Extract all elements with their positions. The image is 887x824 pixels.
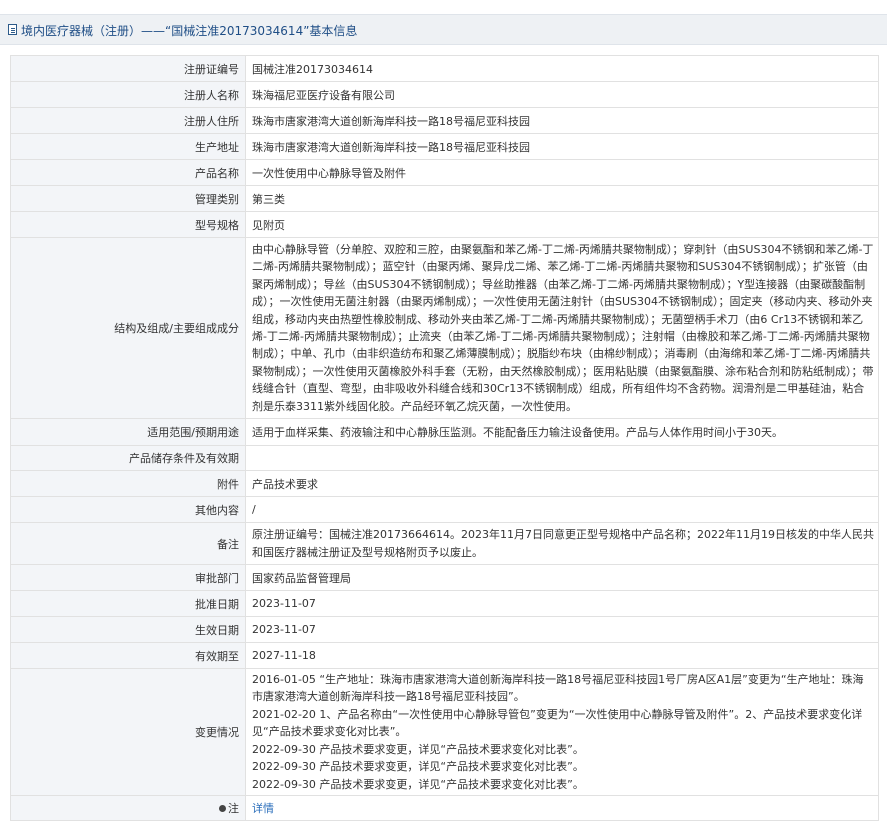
field-label: 注册人住所 <box>10 107 246 134</box>
field-label: 型号规格 <box>10 211 246 238</box>
field-value: 2023-11-07 <box>245 590 879 617</box>
row-approval-date: 批准日期 2023-11-07 <box>10 590 879 617</box>
field-value: 2023-11-07 <box>245 616 879 643</box>
row-product-name: 产品名称 一次性使用中心静脉导管及附件 <box>10 159 879 186</box>
row-structure-composition: 结构及组成/主要组成成分 由中心静脉导管（分单腔、双腔和三腔，由聚氨酯和苯乙烯-… <box>10 237 879 419</box>
row-other-content: 其他内容 / <box>10 496 879 523</box>
field-value: 珠海市唐家港湾大道创新海岸科技一路18号福尼亚科技园 <box>245 107 879 134</box>
document-icon <box>8 24 17 35</box>
field-label: 产品储存条件及有效期 <box>10 445 246 471</box>
field-value: 2027-11-18 <box>245 642 879 669</box>
field-label: 注册证编号 <box>10 55 246 82</box>
details-link[interactable]: 详情 <box>252 802 274 815</box>
field-label: 其他内容 <box>10 496 246 523</box>
field-label: 注 <box>10 795 246 821</box>
change-entry: 2016-01-05 “生产地址：珠海市唐家港湾大道创新海岸科技一路18号福尼亚… <box>252 673 864 704</box>
row-registrant-name: 注册人名称 珠海福尼亚医疗设备有限公司 <box>10 81 879 108</box>
change-entry: 2021-02-20 1、产品名称由“一次性使用中心静脉导管包”变更为“一次性使… <box>252 707 863 739</box>
field-value <box>245 445 879 471</box>
field-value: 珠海市唐家港湾大道创新海岸科技一路18号福尼亚科技园 <box>245 133 879 160</box>
row-registrant-address: 注册人住所 珠海市唐家港湾大道创新海岸科技一路18号福尼亚科技园 <box>10 107 879 134</box>
row-expiry-date: 有效期至 2027-11-18 <box>10 642 879 669</box>
row-remarks: 备注 原注册证编号：国械注准20173664614。2023年11月7日同意更正… <box>10 522 879 565</box>
field-label: 管理类别 <box>10 185 246 212</box>
field-label: 生效日期 <box>10 616 246 643</box>
field-value: 一次性使用中心静脉导管及附件 <box>245 159 879 186</box>
field-value: 珠海福尼亚医疗设备有限公司 <box>245 81 879 108</box>
page-title: 境内医疗器械（注册）——“国械注准20173034614”基本信息 <box>21 24 358 38</box>
row-model-spec: 型号规格 见附页 <box>10 211 879 238</box>
field-value: 由中心静脉导管（分单腔、双腔和三腔，由聚氨酯和苯乙烯-丁二烯-丙烯腈共聚物制成）… <box>245 237 879 419</box>
row-registration-number: 注册证编号 国械注准20173034614 <box>10 55 879 82</box>
row-intended-use: 适用范围/预期用途 适用于血样采集、药液输注和中心静脉压监测。不能配备压力输注设… <box>10 418 879 446</box>
field-label: 注册人名称 <box>10 81 246 108</box>
row-note: 注 详情 <box>10 795 879 821</box>
row-attachment: 附件 产品技术要求 <box>10 470 879 497</box>
info-table: 注册证编号 国械注准20173034614 注册人名称 珠海福尼亚医疗设备有限公… <box>10 55 879 821</box>
note-icon <box>219 805 226 812</box>
change-entry: 2022-09-30 产品技术要求变更，详见“产品技术要求变化对比表”。 <box>252 742 584 756</box>
field-value: / <box>245 496 879 523</box>
change-history-list: 2016-01-05 “生产地址：珠海市唐家港湾大道创新海岸科技一路18号福尼亚… <box>245 668 879 796</box>
field-label: 结构及组成/主要组成成分 <box>10 237 246 419</box>
field-value: 原注册证编号：国械注准20173664614。2023年11月7日同意更正型号规… <box>245 522 879 565</box>
field-label: 变更情况 <box>10 668 246 796</box>
field-value: 见附页 <box>245 211 879 238</box>
field-label: 批准日期 <box>10 590 246 617</box>
row-management-category: 管理类别 第三类 <box>10 185 879 212</box>
row-storage-validity: 产品储存条件及有效期 <box>10 445 879 471</box>
field-label: 适用范围/预期用途 <box>10 418 246 446</box>
field-value: 国家药品监督管理局 <box>245 564 879 591</box>
field-value: 国械注准20173034614 <box>245 55 879 82</box>
field-label: 附件 <box>10 470 246 497</box>
field-label: 有效期至 <box>10 642 246 669</box>
field-label: 产品名称 <box>10 159 246 186</box>
field-label: 备注 <box>10 522 246 565</box>
field-value: 产品技术要求 <box>245 470 879 497</box>
row-change-history: 变更情况 2016-01-05 “生产地址：珠海市唐家港湾大道创新海岸科技一路1… <box>10 668 879 796</box>
change-entry: 2022-09-30 产品技术要求变更，详见“产品技术要求变化对比表”。 <box>252 777 584 791</box>
row-approval-department: 审批部门 国家药品监督管理局 <box>10 564 879 591</box>
field-value: 适用于血样采集、药液输注和中心静脉压监测。不能配备压力输注设备使用。产品与人体作… <box>245 418 879 446</box>
field-value: 第三类 <box>245 185 879 212</box>
note-label: 注 <box>228 802 239 815</box>
row-production-address: 生产地址 珠海市唐家港湾大道创新海岸科技一路18号福尼亚科技园 <box>10 133 879 160</box>
page-header: 境内医疗器械（注册）——“国械注准20173034614”基本信息 <box>0 14 887 45</box>
field-value: 详情 <box>245 795 879 821</box>
change-entry: 2022-09-30 产品技术要求变更，详见“产品技术要求变化对比表”。 <box>252 760 584 774</box>
row-effective-date: 生效日期 2023-11-07 <box>10 616 879 643</box>
field-label: 审批部门 <box>10 564 246 591</box>
field-label: 生产地址 <box>10 133 246 160</box>
